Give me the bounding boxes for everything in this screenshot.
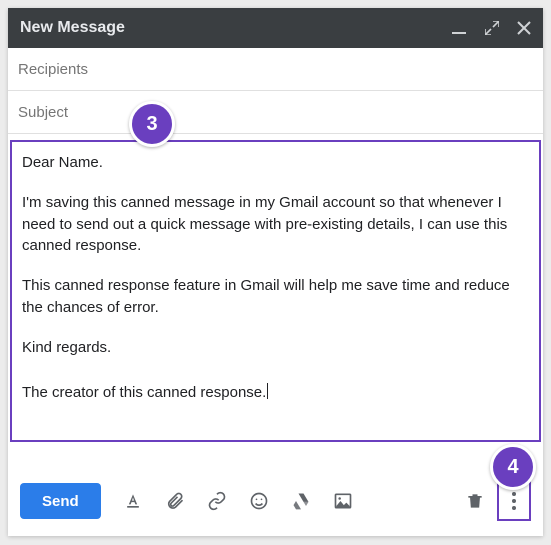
body-line: Kind regards. <box>22 337 529 359</box>
trash-icon[interactable] <box>465 491 485 511</box>
annotation-badge-3: 3 <box>129 101 175 147</box>
compose-window: New Message Recipients Subjec <box>8 8 543 536</box>
close-icon[interactable] <box>517 21 531 35</box>
subject-placeholder: Subject <box>18 104 68 121</box>
minimize-icon[interactable] <box>451 20 467 36</box>
compose-window-controls <box>451 20 531 36</box>
compose-titlebar: New Message <box>8 8 543 48</box>
message-body[interactable]: Dear Name. I'm saving this canned messag… <box>10 140 541 442</box>
text-caret <box>267 383 268 399</box>
formatting-icon[interactable] <box>123 491 143 511</box>
emoji-icon[interactable] <box>249 491 269 511</box>
body-line: I'm saving this canned message in my Gma… <box>22 192 529 257</box>
link-icon[interactable] <box>207 491 227 511</box>
fullscreen-icon[interactable] <box>485 21 499 35</box>
recipients-placeholder: Recipients <box>18 61 88 78</box>
send-button[interactable]: Send <box>20 483 101 519</box>
drive-icon[interactable] <box>291 491 311 511</box>
compose-title: New Message <box>20 19 125 37</box>
body-line: This canned response feature in Gmail wi… <box>22 275 529 319</box>
annotation-badge-4: 4 <box>490 444 536 490</box>
body-line: Dear Name. <box>22 152 529 174</box>
subject-field[interactable]: Subject <box>8 91 543 134</box>
compose-toolbar: Send <box>8 470 543 536</box>
attach-icon[interactable] <box>165 491 185 511</box>
image-icon[interactable] <box>333 491 353 511</box>
body-line: The creator of this canned response. <box>22 382 529 404</box>
recipients-field[interactable]: Recipients <box>8 48 543 91</box>
